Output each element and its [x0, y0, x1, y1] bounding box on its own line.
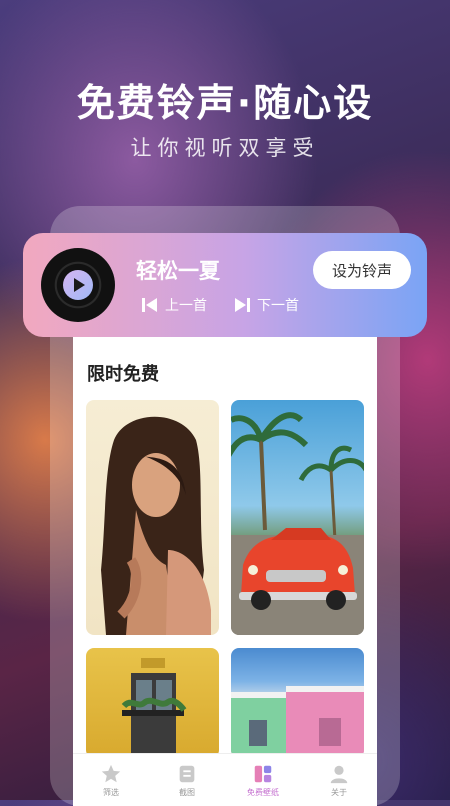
vinyl-center — [63, 270, 93, 300]
skip-next-icon — [235, 298, 250, 312]
section-title: 限时免费 — [87, 364, 159, 385]
vinyl-disc[interactable] — [41, 248, 115, 322]
wallpaper-card-car[interactable] — [231, 400, 364, 635]
portrait-image — [101, 416, 211, 635]
tab-wallpaper-label: 免费壁纸 — [247, 787, 279, 797]
music-player-card: 轻松一夏 上一首 下一首 设为铃声 — [23, 233, 427, 337]
screenshot-icon — [179, 765, 195, 782]
car-image — [231, 412, 364, 635]
subline: 让你视听双享受 — [130, 136, 320, 160]
tab-filter-label: 筛选 — [103, 787, 119, 797]
headline: 免费铃声·随心设 — [76, 81, 374, 125]
song-title: 轻松一夏 — [136, 259, 220, 283]
previous-track-label: 上一首 — [165, 298, 207, 314]
set-ringtone-button[interactable]: 设为铃声 — [313, 251, 411, 289]
wallpaper-icon — [254, 765, 272, 782]
wallpaper-card-portrait[interactable] — [86, 400, 219, 635]
phone-screen: 限时免费 筛选 截图 免费壁纸 关于 — [73, 336, 377, 806]
houses-image — [231, 686, 364, 758]
tab-about[interactable]: 关于 — [301, 754, 377, 806]
next-track-label: 下一首 — [257, 298, 299, 314]
tab-wallpaper[interactable]: 免费壁纸 — [225, 754, 301, 806]
wallpaper-card-building[interactable] — [86, 648, 219, 758]
star-icon — [101, 764, 121, 782]
play-icon[interactable] — [63, 270, 93, 300]
bottom-tab-bar: 筛选 截图 免费壁纸 关于 — [73, 753, 377, 806]
previous-track-button[interactable]: 上一首 — [141, 295, 207, 315]
tab-filter[interactable]: 筛选 — [73, 754, 149, 806]
building-image — [121, 658, 187, 758]
tab-about-label: 关于 — [331, 787, 347, 797]
tab-screenshot-label: 截图 — [179, 787, 195, 797]
person-icon — [330, 765, 348, 783]
skip-previous-icon — [142, 298, 157, 312]
wallpaper-card-houses[interactable] — [231, 648, 364, 758]
tab-screenshot[interactable]: 截图 — [149, 754, 225, 806]
next-track-button[interactable]: 下一首 — [233, 295, 299, 315]
